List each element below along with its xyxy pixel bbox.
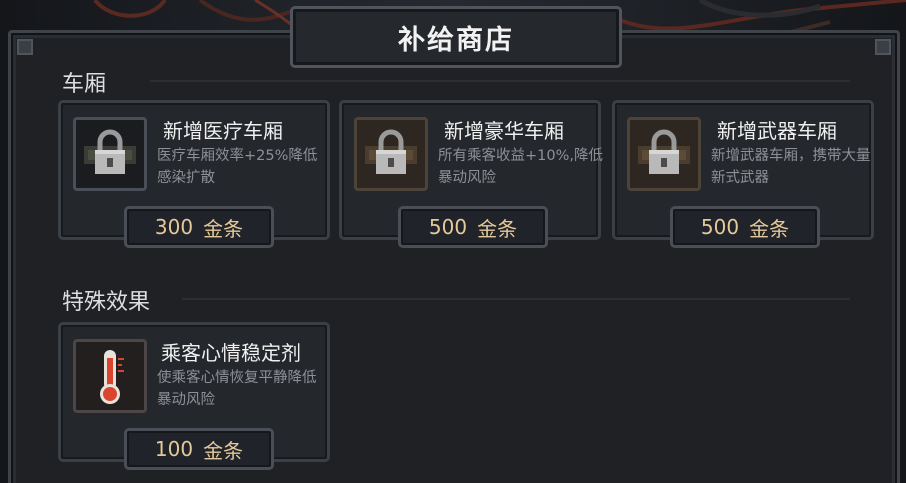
- lock-icon: [638, 129, 690, 174]
- card-icon-frame: [73, 339, 147, 413]
- panel-bolt: [17, 39, 33, 55]
- lock-icon: [84, 129, 136, 174]
- shop-title-plate: 补给商店: [290, 6, 622, 68]
- price-currency: 金条: [203, 438, 244, 463]
- section-divider: [182, 298, 850, 300]
- card-title: 新增豪华车厢: [444, 119, 564, 143]
- shop-title: 补给商店: [398, 24, 514, 56]
- section-divider: [150, 80, 850, 82]
- price-currency: 金条: [203, 216, 244, 241]
- buy-mood-stabilizer-button[interactable]: 100 金条: [124, 428, 274, 470]
- section-title-carriages: 车厢: [62, 72, 107, 97]
- buy-luxury-carriage-button[interactable]: 500 金条: [398, 206, 548, 248]
- price-value: 500: [700, 215, 740, 239]
- lock-icon: [365, 129, 417, 174]
- card-title: 乘客心情稳定剂: [161, 341, 301, 365]
- card-title: 新增医疗车厢: [163, 119, 283, 143]
- card-description: 使乘客心情恢复平静降低暴动风险: [157, 370, 317, 408]
- section-title-special-effects: 特殊效果: [62, 290, 151, 315]
- card-icon-frame: [627, 117, 701, 191]
- supply-shop-screen: 补给商店 车厢 新增医疗车厢 医疗车厢效率+25%降低感染扩散 300 金条 新…: [0, 0, 906, 483]
- card-description: 医疗车厢效率+25%降低感染扩散: [157, 148, 318, 186]
- buy-medical-carriage-button[interactable]: 300 金条: [124, 206, 274, 248]
- card-icon-frame: [73, 117, 147, 191]
- price-currency: 金条: [749, 216, 790, 241]
- thermometer-icon: [100, 350, 124, 404]
- price-value: 500: [428, 215, 468, 239]
- card-description: 所有乘客收益+10%,降低暴动风险: [438, 148, 603, 186]
- price-value: 100: [154, 437, 194, 461]
- price-value: 300: [154, 215, 194, 239]
- buy-weapon-carriage-button[interactable]: 500 金条: [670, 206, 820, 248]
- panel-bolt: [875, 39, 891, 55]
- card-icon-frame: [354, 117, 428, 191]
- price-currency: 金条: [477, 216, 518, 241]
- card-title: 新增武器车厢: [717, 119, 837, 143]
- card-description: 新增武器车厢，携带大量新式武器: [711, 148, 871, 186]
